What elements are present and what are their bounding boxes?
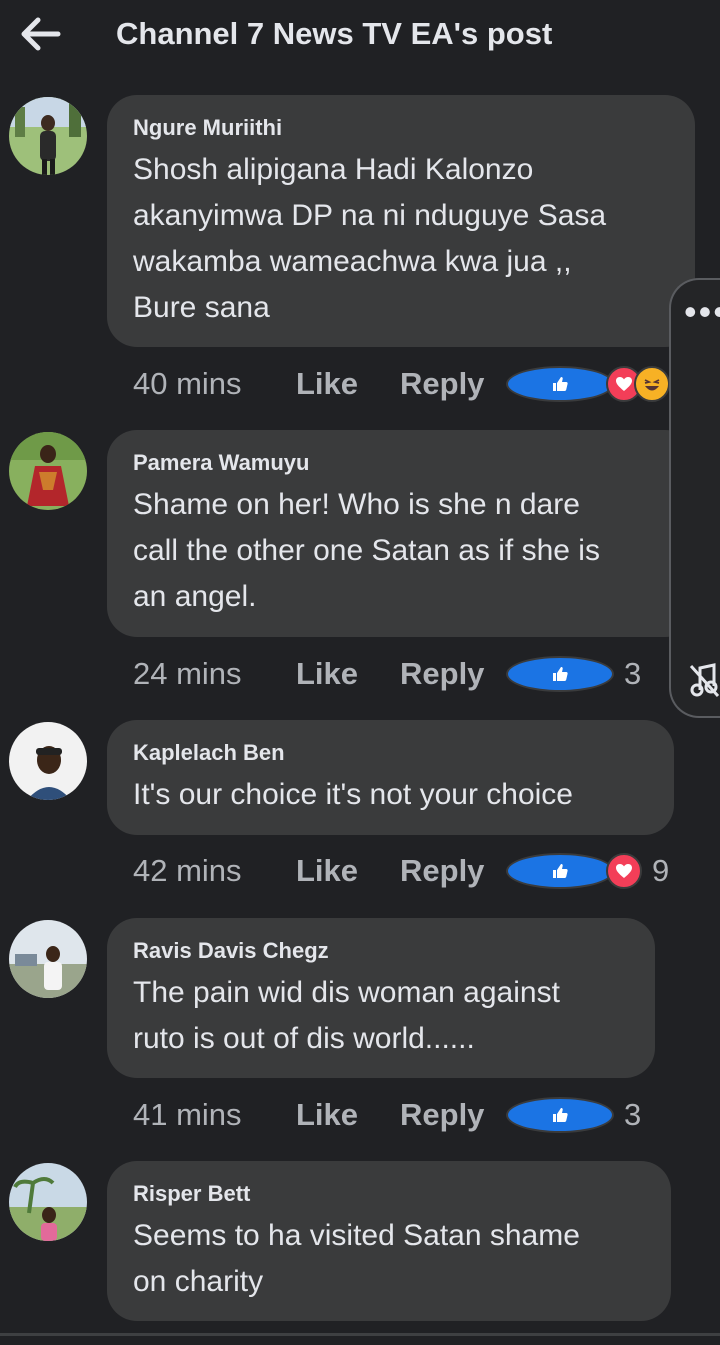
music-off-icon[interactable] [688,660,720,700]
back-arrow-icon[interactable] [18,14,62,54]
comment-actions: 42 mins Like Reply 9 [133,851,669,891]
reactions-summary[interactable] [506,366,670,402]
comment-actions: 24 mins Like Reply 3 [133,654,641,694]
comment-bubble: Kaplelach Ben It's our choice it's not y… [107,720,674,835]
like-button[interactable]: Like [296,853,400,889]
avatar[interactable] [9,97,87,175]
love-icon [606,853,642,889]
comment-bubble: Pamera Wamuyu Shame on her! Who is she n… [107,430,695,637]
comment-author[interactable]: Pamera Wamuyu [133,450,669,476]
comment-time[interactable]: 24 mins [133,656,296,692]
avatar[interactable] [9,722,87,800]
comment-bubble: Risper Bett Seems to ha visited Satan sh… [107,1161,671,1321]
like-icon [506,366,614,402]
comment-time[interactable]: 40 mins [133,366,296,402]
comment-text: The pain wid dis woman against ruto is o… [133,976,560,1055]
comment-actions: 41 mins Like Reply 3 [133,1095,641,1135]
avatar[interactable] [9,920,87,998]
reaction-count[interactable]: 3 [624,656,641,692]
reply-button[interactable]: Reply [400,853,506,889]
like-icon [506,656,614,692]
reactions-summary[interactable] [506,1097,614,1133]
reply-button[interactable]: Reply [400,366,506,402]
reply-button[interactable]: Reply [400,656,506,692]
comment-author[interactable]: Kaplelach Ben [133,740,648,766]
comment-author[interactable]: Ngure Muriithi [133,115,669,141]
like-button[interactable]: Like [296,366,400,402]
comment-time[interactable]: 41 mins [133,1097,296,1133]
comment-bubble: Ravis Davis Chegz The pain wid dis woman… [107,918,655,1078]
reaction-count[interactable]: 3 [624,1097,641,1133]
reactions-summary[interactable] [506,853,642,889]
comment-text: It's our choice it's not your choice [133,778,573,811]
comment-text: Shosh alipigana Hadi Kalonzo akanyimwa D… [133,153,607,324]
comment-time[interactable]: 42 mins [133,853,296,889]
comment-bubble: Ngure Muriithi Shosh alipigana Hadi Kalo… [107,95,695,347]
like-button[interactable]: Like [296,656,400,692]
reaction-count[interactable]: 9 [652,853,669,889]
like-button[interactable]: Like [296,1097,400,1133]
avatar[interactable] [9,1163,87,1241]
like-icon [506,1097,614,1133]
comment-text: Seems to ha visited Satan shame on chari… [133,1219,580,1298]
haha-icon [634,366,670,402]
post-header: Channel 7 News TV EA's post [0,0,720,78]
divider [0,1333,720,1336]
comment-actions: 40 mins Like Reply 9 [133,364,697,404]
like-icon [506,853,614,889]
reactions-summary[interactable] [506,656,614,692]
more-options-icon[interactable]: ••• [684,294,720,330]
avatar[interactable] [9,432,87,510]
comment-author[interactable]: Risper Bett [133,1181,645,1207]
floating-side-panel[interactable] [669,278,720,718]
comment-text: Shame on her! Who is she n dare call the… [133,488,600,613]
page-title: Channel 7 News TV EA's post [116,16,553,51]
comment-author[interactable]: Ravis Davis Chegz [133,938,629,964]
reply-button[interactable]: Reply [400,1097,506,1133]
